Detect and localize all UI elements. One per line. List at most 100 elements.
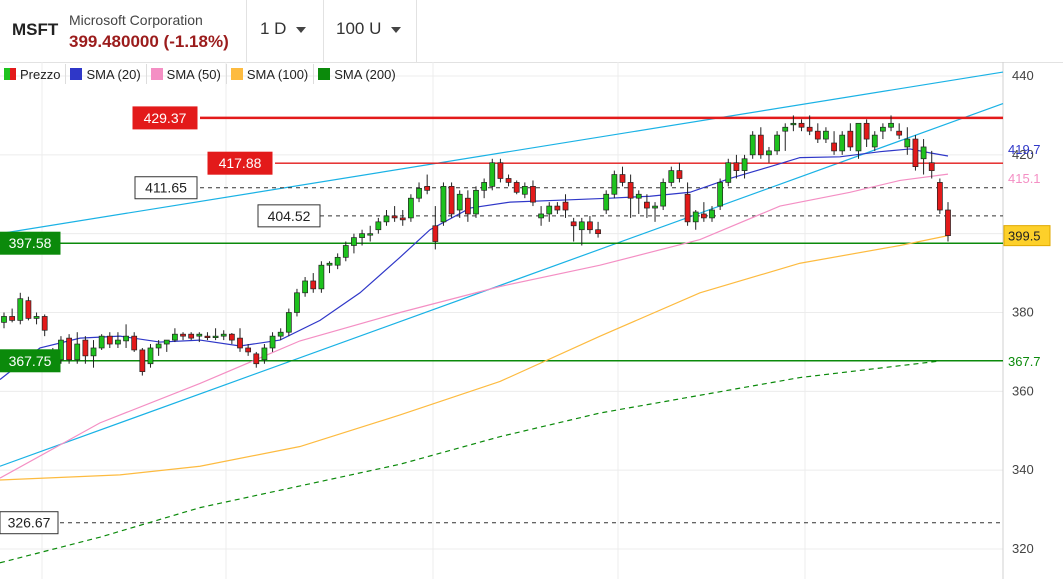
candle-body [660, 182, 667, 207]
swatch-icon [70, 68, 83, 80]
candle-body [562, 201, 569, 211]
swatch-icon [230, 68, 243, 80]
level-label: 417.88 [219, 155, 262, 171]
candle-body [725, 162, 732, 183]
candle-body [245, 347, 252, 353]
candle-body [839, 134, 846, 152]
candle-body [33, 316, 40, 319]
candle-body [9, 316, 16, 321]
candle-body [627, 182, 634, 199]
candle-body [538, 213, 544, 219]
candle-body [41, 316, 48, 331]
swatch-icon [150, 68, 163, 80]
ticker-symbol[interactable]: MSFT [12, 20, 58, 40]
candle-body [359, 233, 365, 238]
candle-body [814, 130, 821, 140]
candle-body [652, 205, 658, 209]
candle-body [464, 197, 471, 215]
candle-body [920, 146, 927, 160]
candle-body [928, 162, 935, 171]
interval-dropdown[interactable]: 1 D [260, 19, 307, 43]
candle-body [505, 178, 512, 183]
last-price: 399.480000 (-1.18%) [69, 32, 229, 51]
candle-body [888, 122, 894, 128]
candle-body [692, 211, 699, 223]
candle-body [546, 205, 553, 215]
legend-sma50[interactable]: SMA (50) [147, 64, 227, 84]
candle-body [1, 316, 7, 323]
candle-body [212, 335, 219, 338]
toolbar-divider [246, 0, 247, 62]
legend-label: Prezzo [20, 66, 61, 82]
candle-body [790, 122, 797, 126]
candle-body [912, 138, 919, 168]
candle-body [367, 233, 374, 236]
y-tick-label: 340 [1012, 462, 1034, 477]
candle-body [936, 182, 943, 211]
toolbar: MSFT Microsoft Corporation 399.480000 (-… [0, 0, 1063, 63]
candle-body [749, 134, 756, 156]
y-tick-label: 380 [1012, 305, 1034, 320]
candle-body [823, 130, 829, 140]
candle-body [871, 134, 878, 148]
candle-body [82, 339, 89, 357]
level-label: 429.37 [144, 110, 187, 126]
candle-body [481, 182, 488, 191]
candle-swatch-icon [4, 68, 16, 80]
legend-price[interactable]: Prezzo [0, 64, 67, 84]
candle-body [847, 130, 854, 148]
candle-body [115, 339, 121, 345]
sma50-line [0, 173, 949, 479]
candle-body [285, 312, 292, 333]
candle-body [530, 186, 536, 203]
candle-body [717, 182, 724, 207]
price-chart[interactable]: 440420400380360340320429.37417.88411.654… [0, 62, 1063, 579]
bars-dropdown[interactable]: 100 U [336, 19, 402, 43]
candle-body [896, 130, 903, 136]
candle-body [741, 158, 748, 171]
candle-body [855, 122, 862, 152]
company-name: Microsoft Corporation [69, 12, 203, 28]
candle-body [611, 174, 618, 195]
right-tag-label: 399.5 [1008, 229, 1041, 244]
candle-body [570, 221, 577, 227]
candle-body [196, 333, 203, 337]
candle-body [554, 205, 561, 211]
candle-body [757, 134, 764, 156]
toolbar-divider [323, 0, 324, 62]
candle-body [603, 193, 610, 211]
candle-body [424, 186, 431, 191]
candle-body [676, 170, 683, 179]
candle-body [326, 262, 333, 266]
candle-body [700, 213, 707, 219]
candle-body [408, 197, 414, 219]
candle-body [17, 298, 24, 321]
candle-body [188, 333, 195, 339]
candle-body [578, 221, 585, 231]
candle-body [318, 264, 325, 290]
candle-body [172, 333, 178, 341]
candle-body [521, 186, 528, 195]
y-tick-label: 360 [1012, 383, 1034, 398]
right-tag-label: 367.7 [1008, 354, 1041, 369]
candle-body [391, 215, 398, 219]
candle-body [131, 335, 138, 351]
candle-body [432, 225, 439, 242]
legend-sma200[interactable]: SMA (200) [314, 64, 400, 84]
candle-body [163, 339, 170, 345]
legend-sma20[interactable]: SMA (20) [66, 64, 147, 84]
legend-label: SMA (20) [86, 66, 141, 82]
candle-body [66, 337, 72, 361]
candle-body [497, 162, 504, 179]
candle-body [782, 126, 789, 132]
candle-body [269, 335, 276, 349]
candle-body [147, 347, 154, 365]
legend-sma100[interactable]: SMA (100) [227, 64, 315, 84]
candle-body [180, 333, 186, 337]
toolbar-divider [416, 0, 417, 62]
candle-body [668, 170, 675, 183]
candle-body [90, 347, 97, 357]
candle-body [383, 215, 390, 223]
candle-body [25, 300, 32, 319]
level-label: 367.75 [9, 353, 52, 369]
